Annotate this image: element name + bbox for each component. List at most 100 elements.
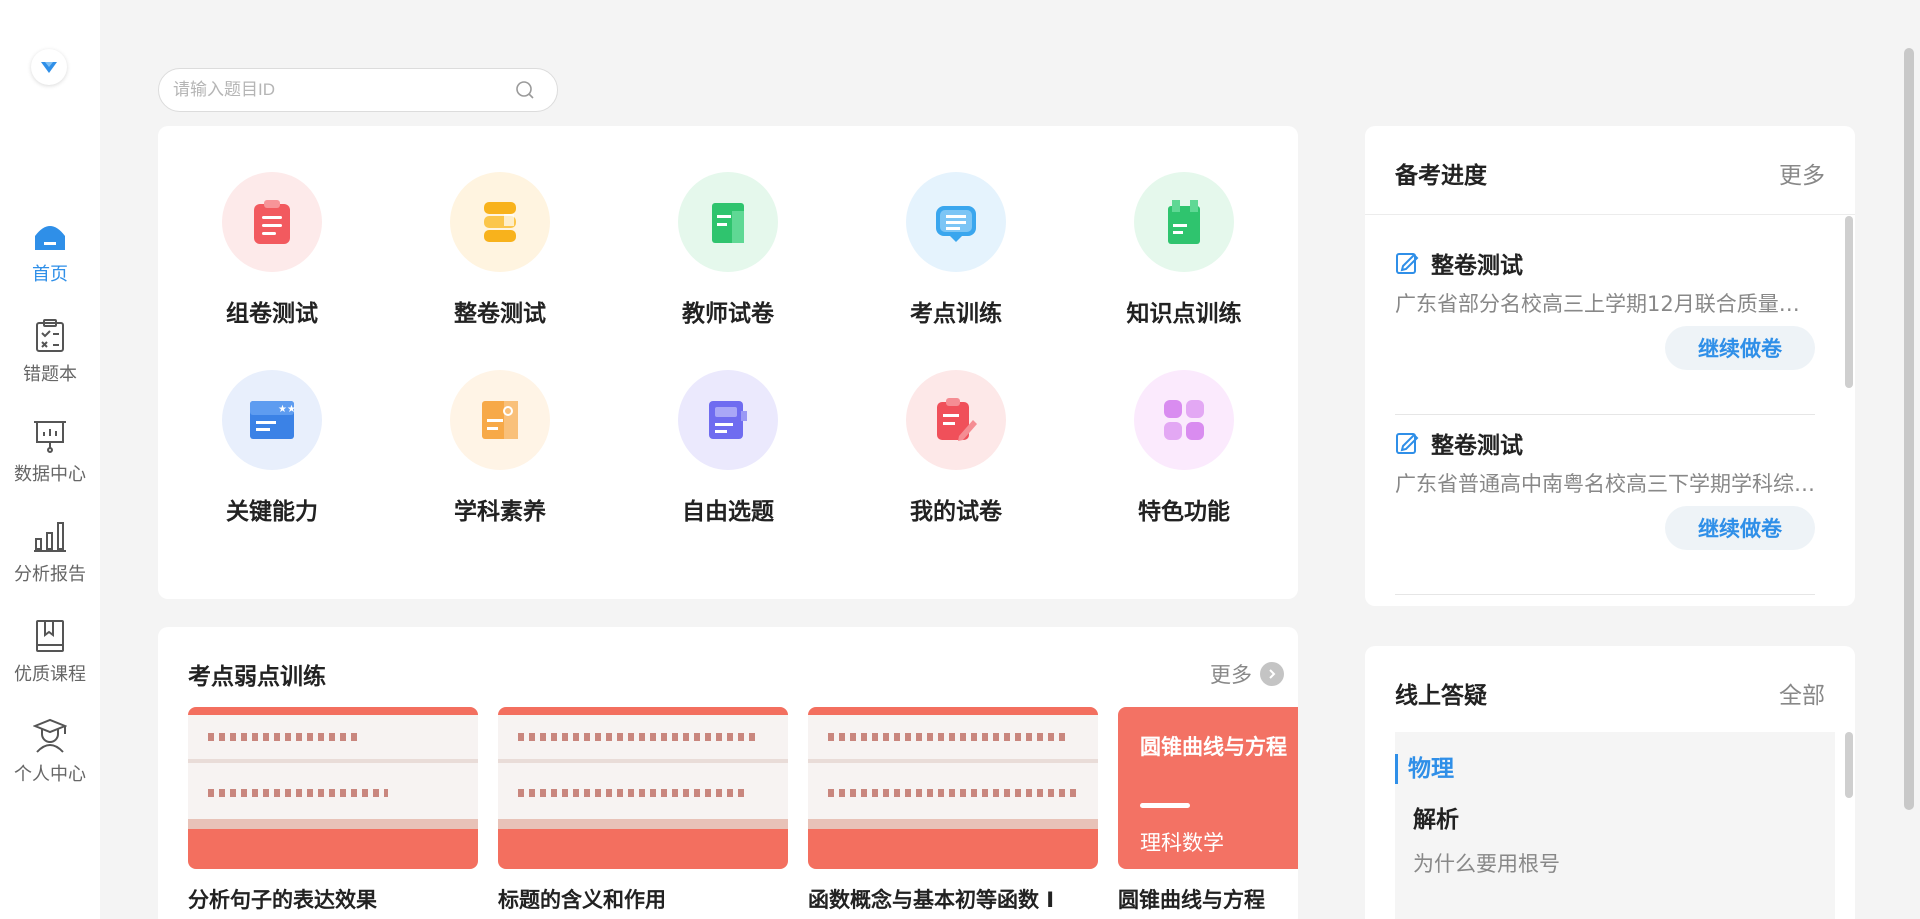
weak-card[interactable] xyxy=(188,707,478,869)
page-scrollbar[interactable] xyxy=(1904,48,1914,810)
card-caption[interactable]: 圆锥曲线与方程 xyxy=(1118,884,1265,914)
star-card-icon: ★★ xyxy=(222,370,322,470)
sidebar-item-courses[interactable]: 优质课程 xyxy=(0,618,100,708)
panel-title: 线上答疑 xyxy=(1395,683,1487,709)
sidebar-item-wrongbook[interactable]: 错题本 xyxy=(0,318,100,408)
function-label: 自由选题 xyxy=(682,499,774,525)
scrollbar[interactable] xyxy=(1845,732,1853,798)
grid-icon xyxy=(1134,370,1234,470)
card-caption[interactable]: 标题的含义和作用 xyxy=(498,884,666,914)
card-caption[interactable]: 函数概念与基本初等函数 I xyxy=(808,884,1054,914)
card-thumbnail: 圆锥曲线与方程 理科数学 xyxy=(1118,707,1298,869)
search-box xyxy=(158,68,558,112)
bar-chart-icon xyxy=(32,518,68,554)
edit-note-icon xyxy=(1396,253,1419,274)
logo[interactable] xyxy=(31,49,67,85)
function-label: 关键能力 xyxy=(226,499,318,525)
scrollbar[interactable] xyxy=(1845,216,1853,388)
book-icon xyxy=(32,618,68,654)
divider xyxy=(1365,214,1855,215)
entry-header: 整卷测试 xyxy=(1395,426,1523,460)
presentation-board-icon xyxy=(32,418,68,454)
qa-type: 解析 xyxy=(1413,807,1459,833)
continue-paper-button[interactable]: 继续做卷 xyxy=(1665,326,1815,370)
search-input[interactable] xyxy=(173,69,503,111)
function-label: 知识点训练 xyxy=(1126,301,1242,327)
home-icon xyxy=(32,218,68,254)
entry-header: 整卷测试 xyxy=(1395,246,1523,280)
prep-entry[interactable]: 整卷测试 广东省普通高中南粤名校高三下学期学科综合素养评价 继续做卷 xyxy=(1395,426,1815,606)
card-thumbnail xyxy=(188,707,478,869)
search-icon[interactable] xyxy=(515,80,535,100)
sidebar-item-label: 分析报告 xyxy=(14,564,86,585)
clipboard-icon xyxy=(222,172,322,272)
function-compose-test[interactable]: 组卷测试 xyxy=(192,172,352,342)
card-thumbnail xyxy=(498,707,788,869)
edit-note-icon xyxy=(1396,433,1419,454)
sidebar: 首页 错题本 数据中心 分析报告 优质课程 个人中心 xyxy=(0,0,100,919)
function-label: 组卷测试 xyxy=(226,301,318,327)
qa-question: 为什么要用根号 xyxy=(1413,852,1560,876)
function-label: 考点训练 xyxy=(910,301,1002,327)
function-full-paper-test[interactable]: 整卷测试 xyxy=(420,172,580,342)
weak-training-more-link[interactable]: 更多 xyxy=(1210,659,1284,689)
card-overlay-title: 圆锥曲线与方程 xyxy=(1140,735,1287,759)
prep-entry[interactable]: 整卷测试 广东省部分名校高三上学期12月联合质量检测 继续做卷 xyxy=(1395,246,1815,426)
document-icon xyxy=(678,172,778,272)
sidebar-item-profile[interactable]: 个人中心 xyxy=(0,718,100,808)
qa-subject: 物理 xyxy=(1395,754,1454,784)
function-label: 教师试卷 xyxy=(682,301,774,327)
weak-card[interactable] xyxy=(808,707,1098,869)
panel-title: 备考进度 xyxy=(1395,163,1487,189)
divider xyxy=(1140,803,1190,808)
function-subject-literacy[interactable]: 学科素养 xyxy=(420,370,580,540)
sidebar-item-label: 个人中心 xyxy=(14,764,86,785)
entry-title: 整卷测试 xyxy=(1431,433,1523,459)
weak-card[interactable]: 圆锥曲线与方程 理科数学 xyxy=(1118,707,1298,869)
sidebar-item-label: 数据中心 xyxy=(14,464,86,485)
certificate-icon xyxy=(450,370,550,470)
function-label: 特色功能 xyxy=(1138,499,1230,525)
continue-paper-button[interactable]: 继续做卷 xyxy=(1665,506,1815,550)
card-caption[interactable]: 分析句子的表达效果 xyxy=(188,884,377,914)
online-qa-all-link[interactable]: 全部 xyxy=(1779,676,1825,710)
function-teacher-paper[interactable]: 教师试卷 xyxy=(648,172,808,342)
function-my-papers[interactable]: 我的试卷 xyxy=(876,370,1036,540)
prep-progress-more-link[interactable]: 更多 xyxy=(1779,156,1825,190)
sidebar-item-label: 首页 xyxy=(32,264,68,285)
checklist-icon xyxy=(32,318,68,354)
sidebar-item-data-center[interactable]: 数据中心 xyxy=(0,418,100,508)
notebook-icon xyxy=(1134,172,1234,272)
sidebar-item-label: 错题本 xyxy=(23,364,77,385)
function-exam-point-training[interactable]: 考点训练 xyxy=(876,172,1036,342)
qa-item[interactable]: 物理 解析 为什么要用根号 xyxy=(1395,732,1835,919)
function-free-selection[interactable]: 自由选题 xyxy=(648,370,808,540)
weak-training-panel: 考点弱点训练 更多 圆锥曲线与方程 理科数学 xyxy=(158,627,1298,919)
graduate-user-icon xyxy=(32,718,68,754)
sidebar-item-label: 优质课程 xyxy=(14,664,86,685)
sidebar-item-home[interactable]: 首页 xyxy=(0,218,100,308)
stack-icon xyxy=(450,172,550,272)
function-label: 整卷测试 xyxy=(454,301,546,327)
function-special-features[interactable]: 特色功能 xyxy=(1104,370,1264,540)
sidebar-item-analysis-report[interactable]: 分析报告 xyxy=(0,518,100,608)
open-book-icon xyxy=(906,172,1006,272)
divider xyxy=(1395,414,1815,415)
weak-card[interactable] xyxy=(498,707,788,869)
divider xyxy=(1395,594,1815,595)
logo-icon xyxy=(41,62,57,73)
section-title: 考点弱点训练 xyxy=(188,664,326,690)
prep-progress-panel: 备考进度 更多 整卷测试 广东省部分名校高三上学期12月联合质量检测 继续做卷 … xyxy=(1365,126,1855,606)
function-key-ability[interactable]: ★★ 关键能力 xyxy=(192,370,352,540)
function-label: 我的试卷 xyxy=(910,499,1002,525)
entry-title: 整卷测试 xyxy=(1431,253,1523,279)
note-icon xyxy=(678,370,778,470)
function-knowledge-training[interactable]: 知识点训练 xyxy=(1104,172,1264,342)
edit-paper-icon xyxy=(906,370,1006,470)
entry-description: 广东省部分名校高三上学期12月联合质量检测 xyxy=(1395,292,1815,316)
online-qa-panel: 线上答疑 全部 物理 解析 为什么要用根号 xyxy=(1365,646,1855,919)
card-overlay-subtitle: 理科数学 xyxy=(1140,831,1224,855)
card-thumbnail xyxy=(808,707,1098,869)
more-label: 更多 xyxy=(1210,663,1252,687)
entry-description: 广东省普通高中南粤名校高三下学期学科综合素养评价 xyxy=(1395,472,1815,496)
